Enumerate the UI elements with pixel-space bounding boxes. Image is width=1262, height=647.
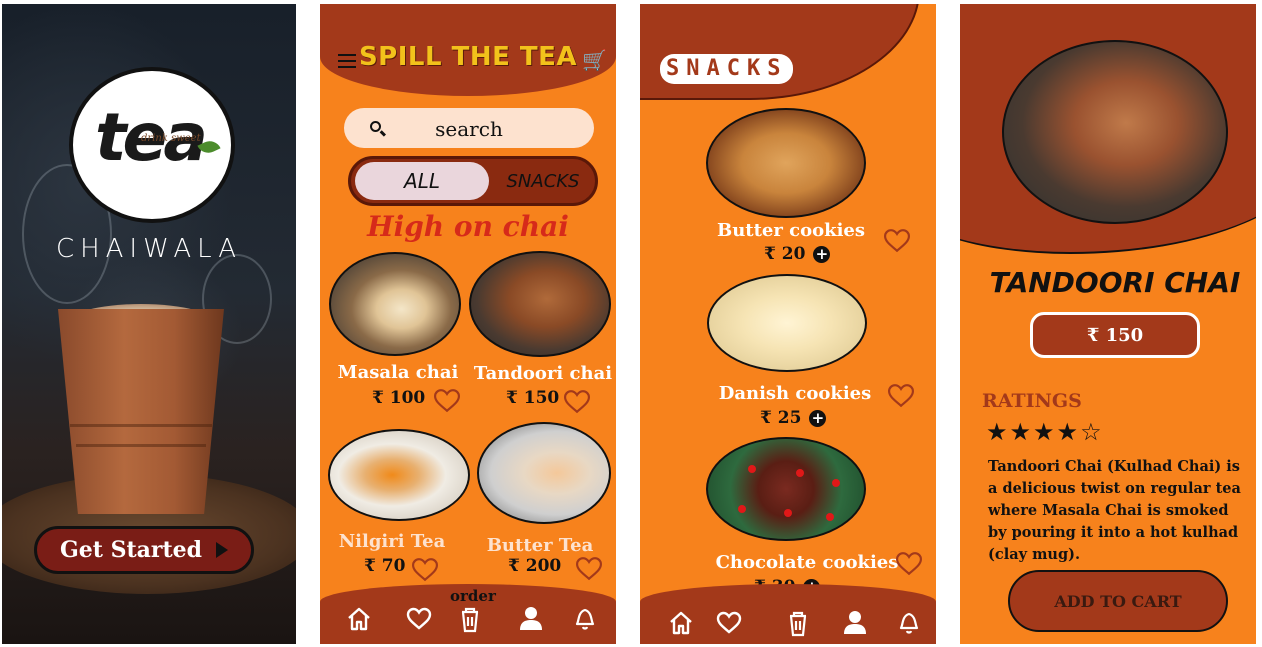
heart-icon[interactable] <box>576 557 602 581</box>
heart-icon[interactable] <box>884 229 910 253</box>
heart-icon[interactable] <box>412 558 438 582</box>
item-name: Butter Tea <box>486 535 594 556</box>
item-price: ₹ 70 <box>364 556 406 576</box>
heart-icon[interactable] <box>564 390 590 414</box>
favorites-icon[interactable] <box>716 610 742 636</box>
tab-all[interactable]: ALL <box>355 162 489 200</box>
bell-icon[interactable] <box>572 605 598 631</box>
item-name: Nilgiri Tea <box>338 531 446 552</box>
tab-snacks[interactable]: SNACKS <box>491 162 595 200</box>
item-name: Masala chai <box>337 362 459 383</box>
search-placeholder: search <box>435 117 503 141</box>
bell-icon[interactable] <box>896 609 922 635</box>
item-price: ₹ 20 + <box>764 244 831 264</box>
heart-icon[interactable] <box>888 384 914 408</box>
add-to-cart-button[interactable]: ADD TO CART <box>1008 570 1228 632</box>
item-price-value: ₹ 20 <box>764 244 806 264</box>
item-name: Butter cookies <box>717 220 865 241</box>
app-logo: tea drink sweet <box>69 67 235 223</box>
ratings-label: RATINGS <box>982 390 1082 412</box>
section-heading: High on chai <box>367 210 569 243</box>
nilgiri-tea-image[interactable] <box>328 429 470 521</box>
play-icon <box>216 542 229 558</box>
item-price: ₹ 150 <box>506 388 560 408</box>
kulhad-ridge <box>70 424 212 427</box>
add-to-cart-label: ADD TO CART <box>1054 591 1182 611</box>
product-title: TANDOORI CHAI <box>989 266 1241 299</box>
home-icon[interactable] <box>668 610 694 636</box>
item-price: ₹ 200 <box>508 556 562 576</box>
category-toggle: ALL SNACKS <box>348 156 598 206</box>
cherry-decoration <box>796 469 804 477</box>
tandoori-chai-image[interactable] <box>469 251 611 357</box>
cherry-decoration <box>738 505 746 513</box>
order-label: order <box>450 587 496 605</box>
cart-icon[interactable]: 🛒 <box>582 48 607 72</box>
favorites-icon[interactable] <box>406 606 432 632</box>
add-icon[interactable]: + <box>809 410 827 427</box>
search-input[interactable]: search <box>344 108 594 148</box>
get-started-label: Get Started <box>59 537 203 563</box>
product-price: ₹ 150 <box>1030 312 1200 358</box>
snacks-screen: SNACKS Butter cookies ₹ 20 + Danish cooki… <box>640 4 936 644</box>
snacks-title: SNACKS <box>660 54 794 84</box>
snacks-header <box>640 4 920 100</box>
home-icon[interactable] <box>346 606 372 632</box>
star-icon[interactable]: ★★★★☆ <box>986 418 1104 446</box>
heart-icon[interactable] <box>434 389 460 413</box>
cherry-decoration <box>832 479 840 487</box>
item-name: Tandoori chai <box>473 363 613 384</box>
cherry-decoration <box>826 513 834 521</box>
heart-icon[interactable] <box>896 552 922 576</box>
add-icon[interactable]: + <box>813 246 831 263</box>
cherry-decoration <box>748 465 756 473</box>
danish-cookies-image[interactable] <box>707 274 867 372</box>
butter-cookies-image[interactable] <box>706 108 866 218</box>
splash-screen: tea drink sweet CHAIWALA Get Started <box>2 4 296 644</box>
kulhad-ridge <box>76 444 206 447</box>
get-started-button[interactable]: Get Started <box>34 526 254 574</box>
home-screen: SPILL THE TEA 🛒 search ALL SNACKS High o… <box>320 4 616 644</box>
logo-tagline: drink sweet <box>141 133 201 144</box>
kulhad-cup-image <box>58 309 224 514</box>
chocolate-cookies-image[interactable] <box>706 437 866 541</box>
trash-icon[interactable] <box>785 611 811 637</box>
brand-name: CHAIWALA <box>55 234 243 264</box>
item-name: Chocolate cookies <box>715 552 899 573</box>
product-description: Tandoori Chai (Kulhad Chai) is a delicio… <box>988 458 1241 563</box>
trash-icon[interactable] <box>457 607 483 633</box>
item-name: Danish cookies <box>718 383 872 404</box>
user-icon[interactable] <box>842 609 868 635</box>
butter-tea-image[interactable] <box>477 422 611 524</box>
product-detail-screen: TANDOORI CHAI ₹ 150 RATINGS ★★★★☆ Tandoo… <box>960 4 1256 644</box>
tandoori-chai-image <box>1002 40 1228 224</box>
user-icon[interactable] <box>518 605 544 631</box>
cherry-decoration <box>784 509 792 517</box>
item-price: ₹ 100 <box>372 388 426 408</box>
item-price: ₹ 25 + <box>760 408 827 428</box>
app-title: SPILL THE TEA <box>358 42 578 72</box>
item-price-value: ₹ 25 <box>760 408 802 428</box>
masala-chai-image[interactable] <box>329 252 461 356</box>
